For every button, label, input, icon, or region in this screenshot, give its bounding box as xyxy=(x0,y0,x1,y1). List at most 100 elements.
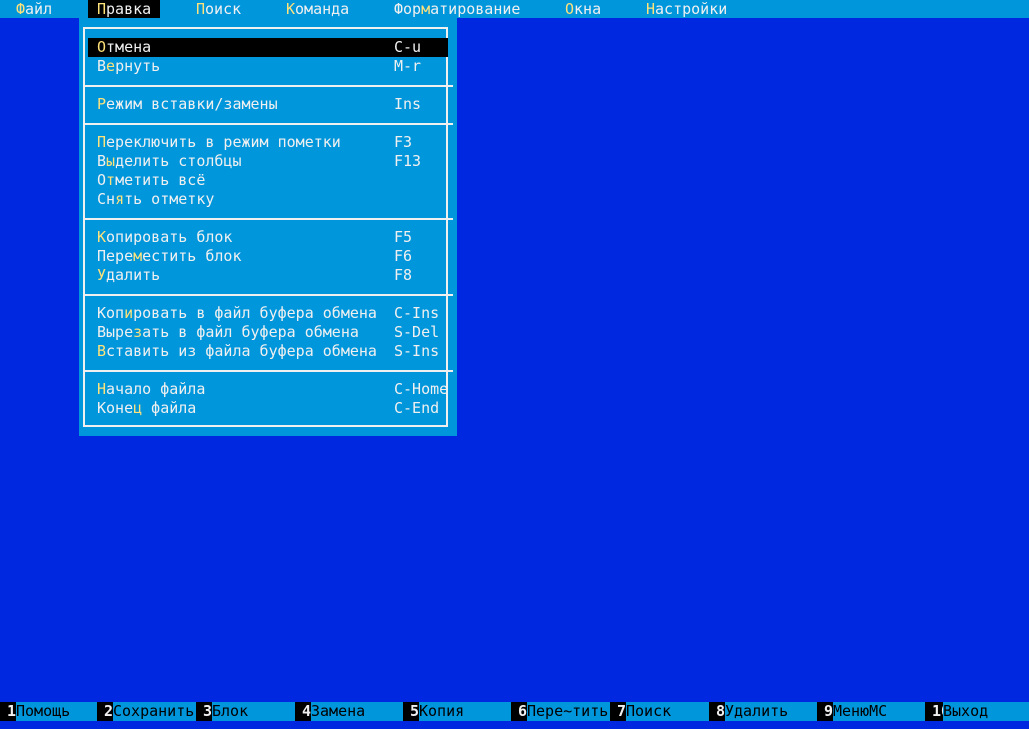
menu-label-post: кна xyxy=(574,0,602,18)
menu-5[interactable]: Форматирование xyxy=(385,0,529,18)
fkey-label: Сохранить xyxy=(113,702,196,721)
menu-item-shortcut: F6 xyxy=(394,247,413,265)
label-post: рнуть xyxy=(115,57,161,75)
menu-item[interactable]: Конец файла C-End xyxy=(88,399,448,418)
menu-item-shortcut: C-Ins xyxy=(394,304,440,322)
menu-item-shortcut: M-r xyxy=(394,57,422,75)
label-pre: Коне xyxy=(97,399,134,417)
menu-item[interactable]: Вставить из файла буфера обмена S-Ins xyxy=(88,342,448,361)
menu-item-shortcut: F3 xyxy=(394,133,413,151)
menu-item-label: Конец файла xyxy=(97,399,196,418)
menu-item[interactable]: Отметить всё xyxy=(88,171,448,190)
menu-hotkey: м xyxy=(421,0,431,18)
menu-item[interactable]: Вырезать в файл буфера обмена S-Del xyxy=(88,323,448,342)
label-post: далить xyxy=(106,266,161,284)
fkey-5[interactable]: 5 Копия xyxy=(403,702,511,721)
label-hotkey: м xyxy=(133,247,143,265)
fkey-label: Удалить xyxy=(725,702,817,721)
menu-1[interactable]: Файл xyxy=(7,0,61,18)
menu-separator xyxy=(83,85,453,87)
menu-separator xyxy=(83,294,453,296)
fkey-label: Пере~тить xyxy=(527,702,610,721)
label-hotkey: з xyxy=(133,323,143,341)
fkey-label: Копия xyxy=(419,702,511,721)
menu-item-shortcut: F5 xyxy=(394,228,413,246)
label-post: естить блок xyxy=(142,247,242,265)
label-post: ежим вставки/замены xyxy=(106,95,278,113)
menu-item-shortcut: C-Home xyxy=(394,380,449,398)
menu-6[interactable]: Окна xyxy=(556,0,610,18)
menu-label-pre: Фор xyxy=(394,0,422,18)
menu-item[interactable]: Начало файла C-Home xyxy=(88,380,448,399)
label-post: файла xyxy=(142,399,197,417)
fkey-3[interactable]: 3 Блок xyxy=(196,702,295,721)
menu-3[interactable]: Поиск xyxy=(187,0,250,18)
menu-item-label: Переместить блок xyxy=(97,247,242,266)
menu-item-label: Удалить xyxy=(97,266,160,285)
menu-item[interactable]: Снять отметку xyxy=(88,190,448,209)
menu-label-post: равка xyxy=(106,0,152,18)
label-hotkey: О xyxy=(97,38,107,56)
menu-item-label: Выделить столбцы xyxy=(97,152,242,171)
menu-item-shortcut: F13 xyxy=(394,152,422,170)
fkey-4[interactable]: 4 Замена xyxy=(295,702,403,721)
fkey-2[interactable]: 2 Сохранить xyxy=(97,702,196,721)
label-hotkey: т xyxy=(106,171,116,189)
label-hotkey: е xyxy=(106,57,116,75)
menu-item[interactable]: Копировать блок F5 xyxy=(88,228,448,247)
menu-item-label: Копировать в файл буфера обмена xyxy=(97,304,377,323)
label-post: ть отметку xyxy=(124,190,215,208)
label-pre: Выре xyxy=(97,323,134,341)
menu-item-shortcut: S-Ins xyxy=(394,342,440,360)
menu-bar: Файл Правка Поиск Команда Форматирование Окна… xyxy=(0,0,1029,18)
menu-item-shortcut: Ins xyxy=(394,95,422,113)
menu-4[interactable]: Команда xyxy=(277,0,358,18)
menu-label-post: атирование xyxy=(430,0,521,18)
label-pre: Коп xyxy=(97,304,125,322)
menu-item-shortcut: F8 xyxy=(394,266,413,284)
fkey-number: 10 xyxy=(925,702,950,721)
fkey-6[interactable]: 6 Пере~тить xyxy=(511,702,610,721)
edit-menu-dropdown: Отмена C-u Вернуть M-r Режим вставки/замены I… xyxy=(79,18,457,436)
menu-item-label: Снять отметку xyxy=(97,190,214,209)
menu-item[interactable]: Переместить блок F6 xyxy=(88,247,448,266)
menu-item-label: Переключить в режим пометки xyxy=(97,133,341,152)
fkey-number: 1 xyxy=(0,702,16,721)
fkey-10[interactable]: 10 Выход xyxy=(925,702,1029,721)
menu-item[interactable]: Удалить F8 xyxy=(88,266,448,285)
menu-item[interactable]: Режим вставки/замены Ins xyxy=(88,95,448,114)
menu-item-label: Отмена xyxy=(97,38,151,57)
menu-7[interactable]: Настройки xyxy=(637,0,736,18)
fkey-number: 2 xyxy=(97,702,113,721)
fkey-1[interactable]: 1 Помощь xyxy=(0,702,97,721)
label-post: ровать в файл буфера обмена xyxy=(133,304,377,322)
label-post: опировать блок xyxy=(106,228,233,246)
menu-item-label: Вырезать в файл буфера обмена xyxy=(97,323,359,342)
label-pre: О xyxy=(97,171,107,189)
menu-item-label: Вставить из файла буфера обмена xyxy=(97,342,377,361)
menu-2[interactable]: Правка xyxy=(88,0,161,18)
label-hotkey: К xyxy=(97,228,107,246)
menu-item[interactable]: Переключить в режим пометки F3 xyxy=(88,133,448,152)
label-hotkey: У xyxy=(97,266,107,284)
label-post: ать в файл буфера обмена xyxy=(142,323,359,341)
menu-item-label: Режим вставки/замены xyxy=(97,95,278,114)
menu-item[interactable]: Вернуть M-r xyxy=(88,57,448,76)
label-post: ставить из файла буфера обмена xyxy=(106,342,377,360)
menu-label-post: айл xyxy=(25,0,53,18)
fkey-7[interactable]: 7 Поиск xyxy=(610,702,709,721)
menu-item[interactable]: Отмена C-u xyxy=(88,38,448,57)
fkey-9[interactable]: 9 МенюMC xyxy=(817,702,925,721)
menu-hotkey: О xyxy=(565,0,575,18)
label-pre: В xyxy=(97,57,107,75)
menu-hotkey: К xyxy=(286,0,296,18)
menu-item[interactable]: Копировать в файл буфера обмена C-Ins xyxy=(88,304,448,323)
menu-item[interactable]: Выделить столбцы F13 xyxy=(88,152,448,171)
fkey-8[interactable]: 8 Удалить xyxy=(709,702,817,721)
menu-item-label: Вернуть xyxy=(97,57,160,76)
label-post: ереключить в режим пометки xyxy=(106,133,341,151)
menu-hotkey: Н xyxy=(646,0,656,18)
label-hotkey: В xyxy=(97,342,107,360)
menu-item-label: Начало файла xyxy=(97,380,205,399)
fkey-number: 5 xyxy=(403,702,419,721)
